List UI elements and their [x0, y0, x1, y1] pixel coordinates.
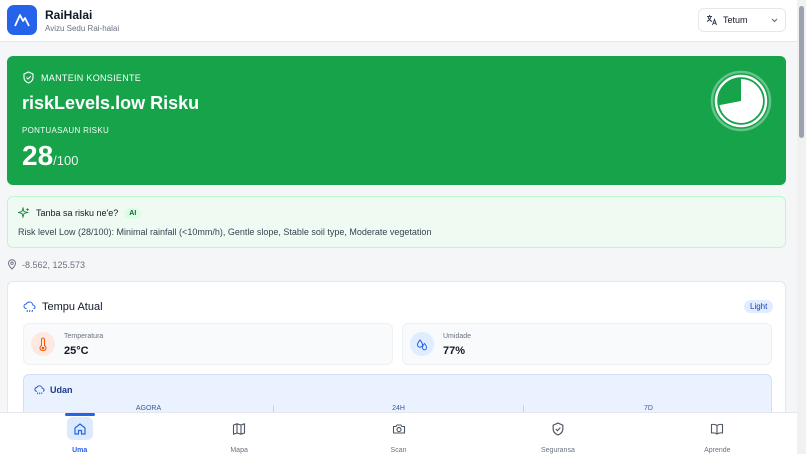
rainfall-title-label: Udan [50, 385, 73, 395]
nav-label-map: Mapa [230, 447, 248, 454]
cloud-rain-icon [23, 301, 36, 313]
nav-icon-wrap [704, 417, 730, 440]
risk-score-label: PONTUASAUN RISKU [22, 126, 110, 135]
weather-title-label: Tempu Atual [42, 301, 103, 313]
map-icon [233, 422, 246, 435]
page-scrollbar[interactable] [797, 0, 806, 454]
risk-score-max: /100 [53, 153, 79, 168]
nav-label-learn: Aprende [704, 447, 731, 454]
book-icon [711, 423, 724, 435]
rain-intensity-badge: Light [744, 300, 774, 313]
nav-icon-wrap [226, 417, 252, 440]
home-icon [74, 422, 86, 435]
shield-check-icon [552, 421, 564, 436]
droplets-icon-wrap [410, 332, 434, 356]
rainfall-col-24h: 24H [273, 405, 523, 412]
humidity-value: 77% [443, 345, 466, 357]
nav-icon-wrap [545, 417, 571, 440]
risk-status-label: MANTEIN KONSIENTE [41, 72, 142, 83]
temperature-value: 25°C [64, 345, 89, 357]
risk-gauge-fill [719, 79, 764, 123]
nav-item-map[interactable]: Mapa [159, 413, 318, 454]
ai-question: Tanba sa risku ne'e? AI [18, 207, 142, 219]
camera-icon [392, 423, 405, 434]
sparkles-icon [18, 207, 30, 219]
risk-status: MANTEIN KONSIENTE [22, 71, 141, 84]
nav-icon-wrap [66, 417, 93, 440]
rainfall-columns: AGORA 24H 7D [24, 405, 773, 412]
app-root: RaiHalai Avizu Sedu Rai-halai Tetum MANT… [0, 0, 797, 454]
app-logo[interactable] [7, 5, 37, 35]
translate-icon [706, 15, 717, 26]
ai-explanation-text: Risk level Low (28/100): Minimal rainfal… [18, 227, 432, 237]
chevron-down-icon [771, 18, 778, 22]
rainfall-col-7d: 7D [523, 405, 773, 412]
rainfall-col-now: AGORA [135, 405, 162, 412]
weather-title: Tempu Atual [23, 301, 103, 313]
rainfall-title: Udan [34, 385, 73, 395]
nav-label-safety: Seguransa [540, 447, 575, 454]
ai-explanation-card: Tanba sa risku ne'e? AI Risk level Low (… [7, 196, 786, 248]
language-selector[interactable]: Tetum [698, 8, 786, 32]
risk-gauge [710, 70, 772, 132]
shield-check-icon [23, 71, 34, 84]
nav-item-home[interactable]: Uma [0, 413, 159, 454]
app-title: RaiHalai [45, 8, 93, 22]
bottom-navigation: Uma Mapa Scan Seguransa Aprende [0, 412, 797, 454]
nav-icon-wrap [386, 417, 412, 440]
coordinates-text: -8.562, 125.573 [22, 259, 86, 270]
ai-badge: AI [124, 207, 142, 219]
nav-item-learn[interactable]: Aprende [638, 413, 797, 454]
map-pin-icon [7, 259, 17, 270]
nav-label-scan: Scan [390, 447, 407, 454]
app-subtitle: Avizu Sedu Rai-halai [45, 24, 120, 33]
risk-score: 28/100 [22, 140, 78, 172]
app-header: RaiHalai Avizu Sedu Rai-halai Tetum [0, 0, 797, 42]
risk-summary-card: MANTEIN KONSIENTE riskLevels.low Risku P… [7, 56, 786, 185]
thermometer-icon-wrap [31, 332, 55, 356]
nav-item-scan[interactable]: Scan [319, 413, 478, 454]
nav-item-safety[interactable]: Seguransa [478, 413, 637, 454]
thermometer-icon [39, 337, 47, 351]
humidity-tile: Umidade 77% [402, 323, 772, 365]
cloud-rain-icon [34, 385, 45, 395]
risk-level-title: riskLevels.low Risku [22, 93, 200, 113]
ai-question-label: Tanba sa risku ne'e? [36, 208, 119, 218]
temperature-tile: Temperatura 25°C [23, 323, 393, 365]
mountain-icon [14, 14, 30, 27]
nav-label-home: Uma [72, 447, 88, 454]
droplets-icon [416, 338, 427, 350]
language-label: Tetum [723, 15, 748, 25]
temperature-label: Temperatura [64, 333, 104, 340]
location-coordinates: -8.562, 125.573 [7, 259, 85, 270]
humidity-label: Umidade [443, 333, 472, 340]
risk-score-value: 28 [22, 140, 54, 171]
scrollbar-thumb[interactable] [799, 6, 804, 138]
